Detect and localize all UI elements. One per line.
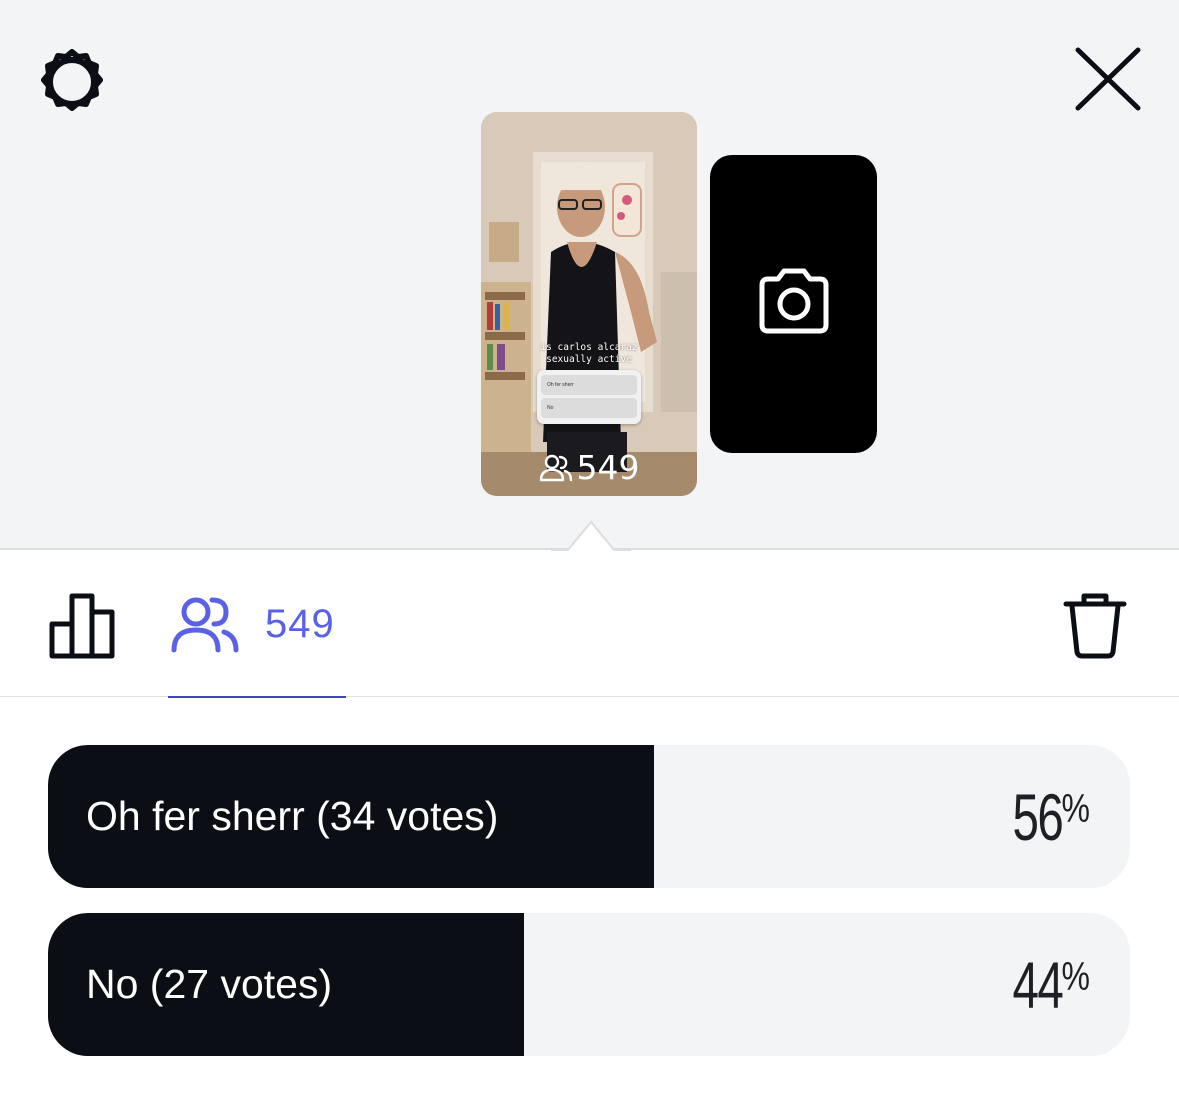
poll-option-label: Oh fer sherr (34 votes) <box>86 793 499 839</box>
story-viewer-count-value: 549 <box>576 448 640 487</box>
tab-bar: 549 <box>0 552 1179 698</box>
gear-icon <box>41 49 103 111</box>
poll-result-row: Oh fer sherr (34 votes) 56 % <box>48 745 1130 888</box>
active-tab-indicator <box>168 696 346 698</box>
percent-sign: % <box>1061 955 1091 999</box>
story-preview-area: is carlos alcaraz sexually active Oh fer… <box>0 0 1179 552</box>
delete-button[interactable] <box>1060 590 1130 662</box>
settings-button[interactable] <box>34 44 110 120</box>
percent-value: 56 <box>1012 779 1063 854</box>
story-caption: is carlos alcaraz sexually active <box>481 342 697 366</box>
percent-value: 44 <box>1012 947 1063 1022</box>
story-caption-line1: is carlos alcaraz <box>540 342 638 353</box>
close-button[interactable] <box>1070 44 1146 116</box>
story-poll-option: No <box>541 398 637 418</box>
percent-sign: % <box>1061 787 1091 831</box>
people-icon <box>171 597 239 653</box>
add-story-card[interactable] <box>710 155 877 453</box>
poll-option-label: No (27 votes) <box>86 961 333 1007</box>
people-icon <box>539 454 572 481</box>
viewers-count: 549 <box>265 602 335 646</box>
story-poll-sticker: Oh fer sherr No <box>537 370 641 424</box>
story-poll-option: Oh fer sherr <box>541 375 637 395</box>
pointer-notch <box>551 520 631 552</box>
poll-option-percent: 44 % <box>993 913 1094 1056</box>
story-viewer-count: 549 <box>481 448 697 487</box>
story-photo <box>481 112 697 496</box>
close-icon <box>1075 47 1141 111</box>
tab-viewers[interactable]: 549 <box>168 552 346 698</box>
trash-icon <box>1063 593 1127 659</box>
tab-results[interactable] <box>48 590 120 662</box>
bar-chart-icon <box>49 593 115 659</box>
story-caption-line2: sexually active <box>546 354 632 365</box>
poll-result-row: No (27 votes) 44 % <box>48 913 1130 1056</box>
camera-icon <box>759 268 829 334</box>
story-thumbnail[interactable]: is carlos alcaraz sexually active Oh fer… <box>481 112 697 496</box>
poll-option-percent: 56 % <box>993 745 1094 888</box>
